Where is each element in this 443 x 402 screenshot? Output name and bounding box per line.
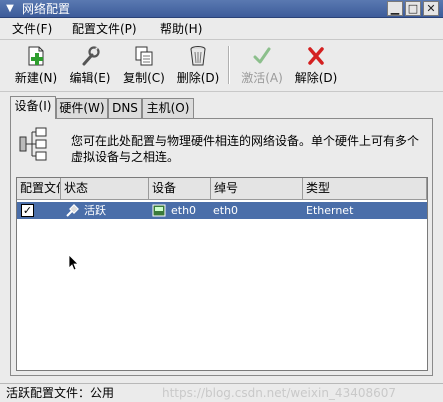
- menu-file[interactable]: 文件(F): [12, 21, 52, 37]
- new-button-label: 新建(N): [14, 71, 58, 85]
- devices-panel: 您可在此处配置与物理硬件相连的网络设备。单个硬件上可有多个虚拟设备与之相连。 配…: [10, 118, 433, 376]
- active-profile-status: 活跃配置文件：公用: [6, 386, 115, 400]
- edit-button[interactable]: 编辑(E): [64, 42, 116, 88]
- menu-profile[interactable]: 配置文件(P): [72, 21, 137, 37]
- toolbar-separator: [228, 46, 230, 84]
- check-icon: [253, 47, 271, 64]
- copy-icon: [135, 46, 153, 66]
- tab-dns[interactable]: DNS: [108, 98, 142, 118]
- table-row[interactable]: ✓ 活跃 eth0 eth0 Ethernet: [17, 202, 427, 219]
- activate-button-label: 激活(A): [241, 71, 283, 85]
- title-bar: ▼ 网络配置 ▁ □ ✕: [0, 0, 443, 18]
- tab-hardware[interactable]: 硬件(W): [56, 98, 108, 118]
- cross-icon: [308, 47, 324, 65]
- network-card-icon: [152, 204, 166, 217]
- nickname-cell: eth0: [213, 204, 239, 217]
- menu-bar: 文件(F) 配置文件(P) 帮助(H): [0, 18, 443, 40]
- trash-icon: [190, 46, 206, 66]
- column-header-nickname[interactable]: 绰号: [211, 178, 303, 200]
- active-plug-icon: [66, 204, 79, 217]
- activate-button[interactable]: 激活(A): [236, 42, 288, 88]
- watermark-text: https://blog.csdn.net/weixin_43408607: [162, 386, 397, 400]
- type-cell: Ethernet: [306, 204, 354, 217]
- toolbar: 新建(N) 编辑(E) 复制(C) 删除(D) 激活(A) 解除(D): [0, 40, 443, 92]
- device-list[interactable]: 配置文件 状态 设备 绰号 类型 ✓ 活跃 eth0 eth0 Ethernet: [16, 177, 428, 371]
- column-header-profile[interactable]: 配置文件: [17, 178, 61, 200]
- network-devices-icon: [19, 127, 47, 161]
- delete-button-label: 删除(D): [176, 71, 220, 85]
- delete-button[interactable]: 删除(D): [172, 42, 224, 88]
- status-bar: 活跃配置文件：公用 https://blog.csdn.net/weixin_4…: [0, 383, 443, 402]
- column-header-type[interactable]: 类型: [303, 178, 427, 200]
- maximize-button[interactable]: □: [405, 1, 421, 16]
- deactivate-button[interactable]: 解除(D): [290, 42, 342, 88]
- close-button[interactable]: ✕: [423, 1, 439, 16]
- window-menu-icon[interactable]: ▼: [3, 2, 17, 16]
- mouse-cursor-icon: [68, 254, 79, 271]
- edit-button-label: 编辑(E): [69, 71, 111, 85]
- copy-button[interactable]: 复制(C): [118, 42, 170, 88]
- window-title: 网络配置: [22, 2, 71, 16]
- tab-hosts[interactable]: 主机(O): [142, 98, 194, 118]
- profile-checkbox[interactable]: ✓: [21, 204, 34, 217]
- minimize-button[interactable]: ▁: [387, 1, 403, 16]
- status-cell: 活跃: [84, 204, 106, 217]
- new-button[interactable]: 新建(N): [10, 42, 62, 88]
- column-header-device[interactable]: 设备: [149, 178, 211, 200]
- column-header-status[interactable]: 状态: [61, 178, 149, 200]
- copy-button-label: 复制(C): [123, 71, 165, 85]
- device-cell: eth0: [171, 204, 197, 217]
- tab-devices[interactable]: 设备(I): [10, 96, 56, 119]
- wrench-icon: [82, 46, 100, 66]
- panel-description: 您可在此处配置与物理硬件相连的网络设备。单个硬件上可有多个虚拟设备与之相连。: [71, 134, 420, 164]
- deactivate-button-label: 解除(D): [294, 71, 338, 85]
- menu-help[interactable]: 帮助(H): [160, 21, 202, 37]
- new-document-icon: [28, 46, 44, 66]
